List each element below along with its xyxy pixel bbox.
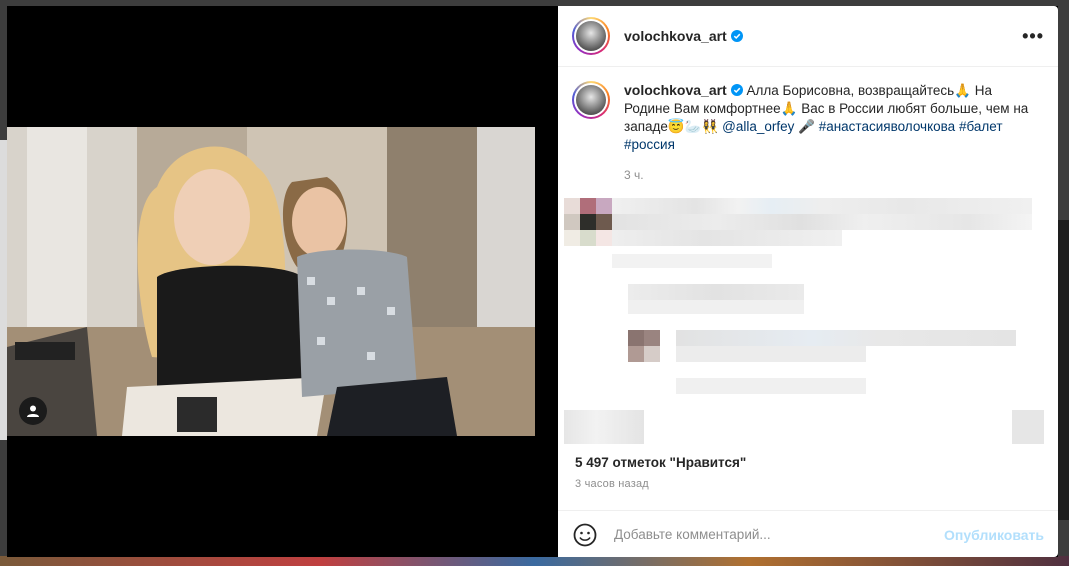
caption-username[interactable]: volochkova_art (624, 82, 727, 98)
post-caption: volochkova_art Алла Борисовна, возвращай… (558, 67, 1058, 184)
post-modal: volochkova_art ••• volochkova_art Алла Б… (7, 6, 1058, 557)
mention-link[interactable]: @alla_orfey (722, 119, 794, 134)
verified-badge-icon (730, 30, 743, 42)
verified-badge-icon (730, 84, 743, 96)
user-tag-icon (27, 405, 39, 417)
comment-input[interactable] (612, 526, 945, 543)
post-header: volochkova_art ••• (558, 6, 1058, 67)
caption-emoji: 🎤 (798, 119, 815, 134)
caption-avatar[interactable] (572, 81, 610, 119)
user-tag-button[interactable] (19, 397, 47, 425)
comment-bar: Опубликовать (558, 510, 1058, 558)
post-side-panel: volochkova_art ••• volochkova_art Алла Б… (558, 6, 1058, 557)
hashtag-link[interactable]: #анастасияволочкова (819, 119, 955, 134)
header-username[interactable]: volochkova_art (624, 28, 727, 44)
more-options-icon[interactable]: ••• (1022, 26, 1044, 47)
caption-time: 3 ч. (624, 168, 644, 182)
hashtag-link[interactable]: #россия (624, 137, 675, 152)
publish-button[interactable]: Опубликовать (944, 527, 1044, 543)
pixelated-comments (558, 196, 1058, 446)
emoji-icon[interactable] (572, 522, 598, 548)
post-media (7, 6, 558, 557)
post-timestamp: 3 часов назад (575, 478, 649, 490)
likes-count[interactable]: 5 497 отметок "Нравится" (575, 455, 746, 470)
post-photo[interactable] (7, 127, 535, 436)
hashtag-link[interactable]: #балет (959, 119, 1003, 134)
avatar[interactable] (572, 17, 610, 55)
backdrop-feed-edge-right (1057, 220, 1069, 520)
